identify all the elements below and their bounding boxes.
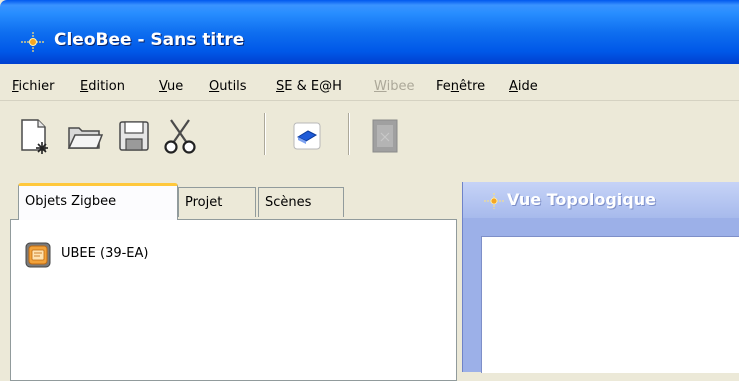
tab-label: Objets Zigbee: [25, 194, 117, 209]
tab-scenes[interactable]: Scènes: [258, 187, 344, 217]
topology-frame: Vue Topologique: [462, 182, 739, 373]
cleobee-app-icon: [21, 32, 45, 52]
new-file-icon[interactable]: [18, 117, 52, 155]
ubee-device-icon: [25, 242, 51, 268]
topology-title: Vue Topologique: [507, 190, 656, 209]
tab-objets-zigbee[interactable]: Objets Zigbee: [18, 183, 178, 220]
title-bar[interactable]: CleoBee - Sans titre: [0, 0, 739, 64]
menu-edition[interactable]: Edition: [80, 79, 125, 94]
tab-projet[interactable]: Projet: [178, 187, 256, 217]
menu-fichier[interactable]: Fichier: [12, 79, 55, 94]
topology-canvas[interactable]: [481, 236, 739, 373]
zigbee-object-list: UBEE (39-EA): [10, 219, 457, 381]
menu-bar: Fichier Edition Vue Outils SE & E@H Wibe…: [0, 64, 739, 101]
menu-wibee[interactable]: Wibee: [374, 79, 414, 94]
open-folder-icon[interactable]: [66, 117, 104, 155]
menu-outils[interactable]: Outils: [209, 79, 247, 94]
tab-label: Scènes: [265, 195, 312, 210]
save-disk-icon[interactable]: [117, 117, 151, 155]
toolbar-separator: [264, 113, 265, 155]
book-icon[interactable]: [290, 117, 324, 155]
cleobee-app-icon: [484, 193, 504, 209]
toolbar-separator: [348, 113, 349, 155]
toolbar: [0, 101, 739, 169]
tab-label: Projet: [185, 195, 223, 210]
cut-scissors-icon[interactable]: [162, 117, 198, 155]
menu-aide[interactable]: Aide: [509, 79, 538, 94]
menu-fenetre[interactable]: Fenêtre: [436, 79, 485, 94]
window-title: CleoBee - Sans titre: [54, 30, 245, 50]
topology-title-bar[interactable]: Vue Topologique: [463, 182, 739, 218]
delete-icon[interactable]: [368, 117, 402, 155]
menu-vue[interactable]: Vue: [159, 79, 183, 94]
menu-se-eah[interactable]: SE & E@H: [276, 79, 342, 94]
objects-panel: Objets Zigbee Projet Scènes UBEE (39-EA): [0, 172, 458, 381]
list-item-label: UBEE (39-EA): [61, 246, 149, 261]
